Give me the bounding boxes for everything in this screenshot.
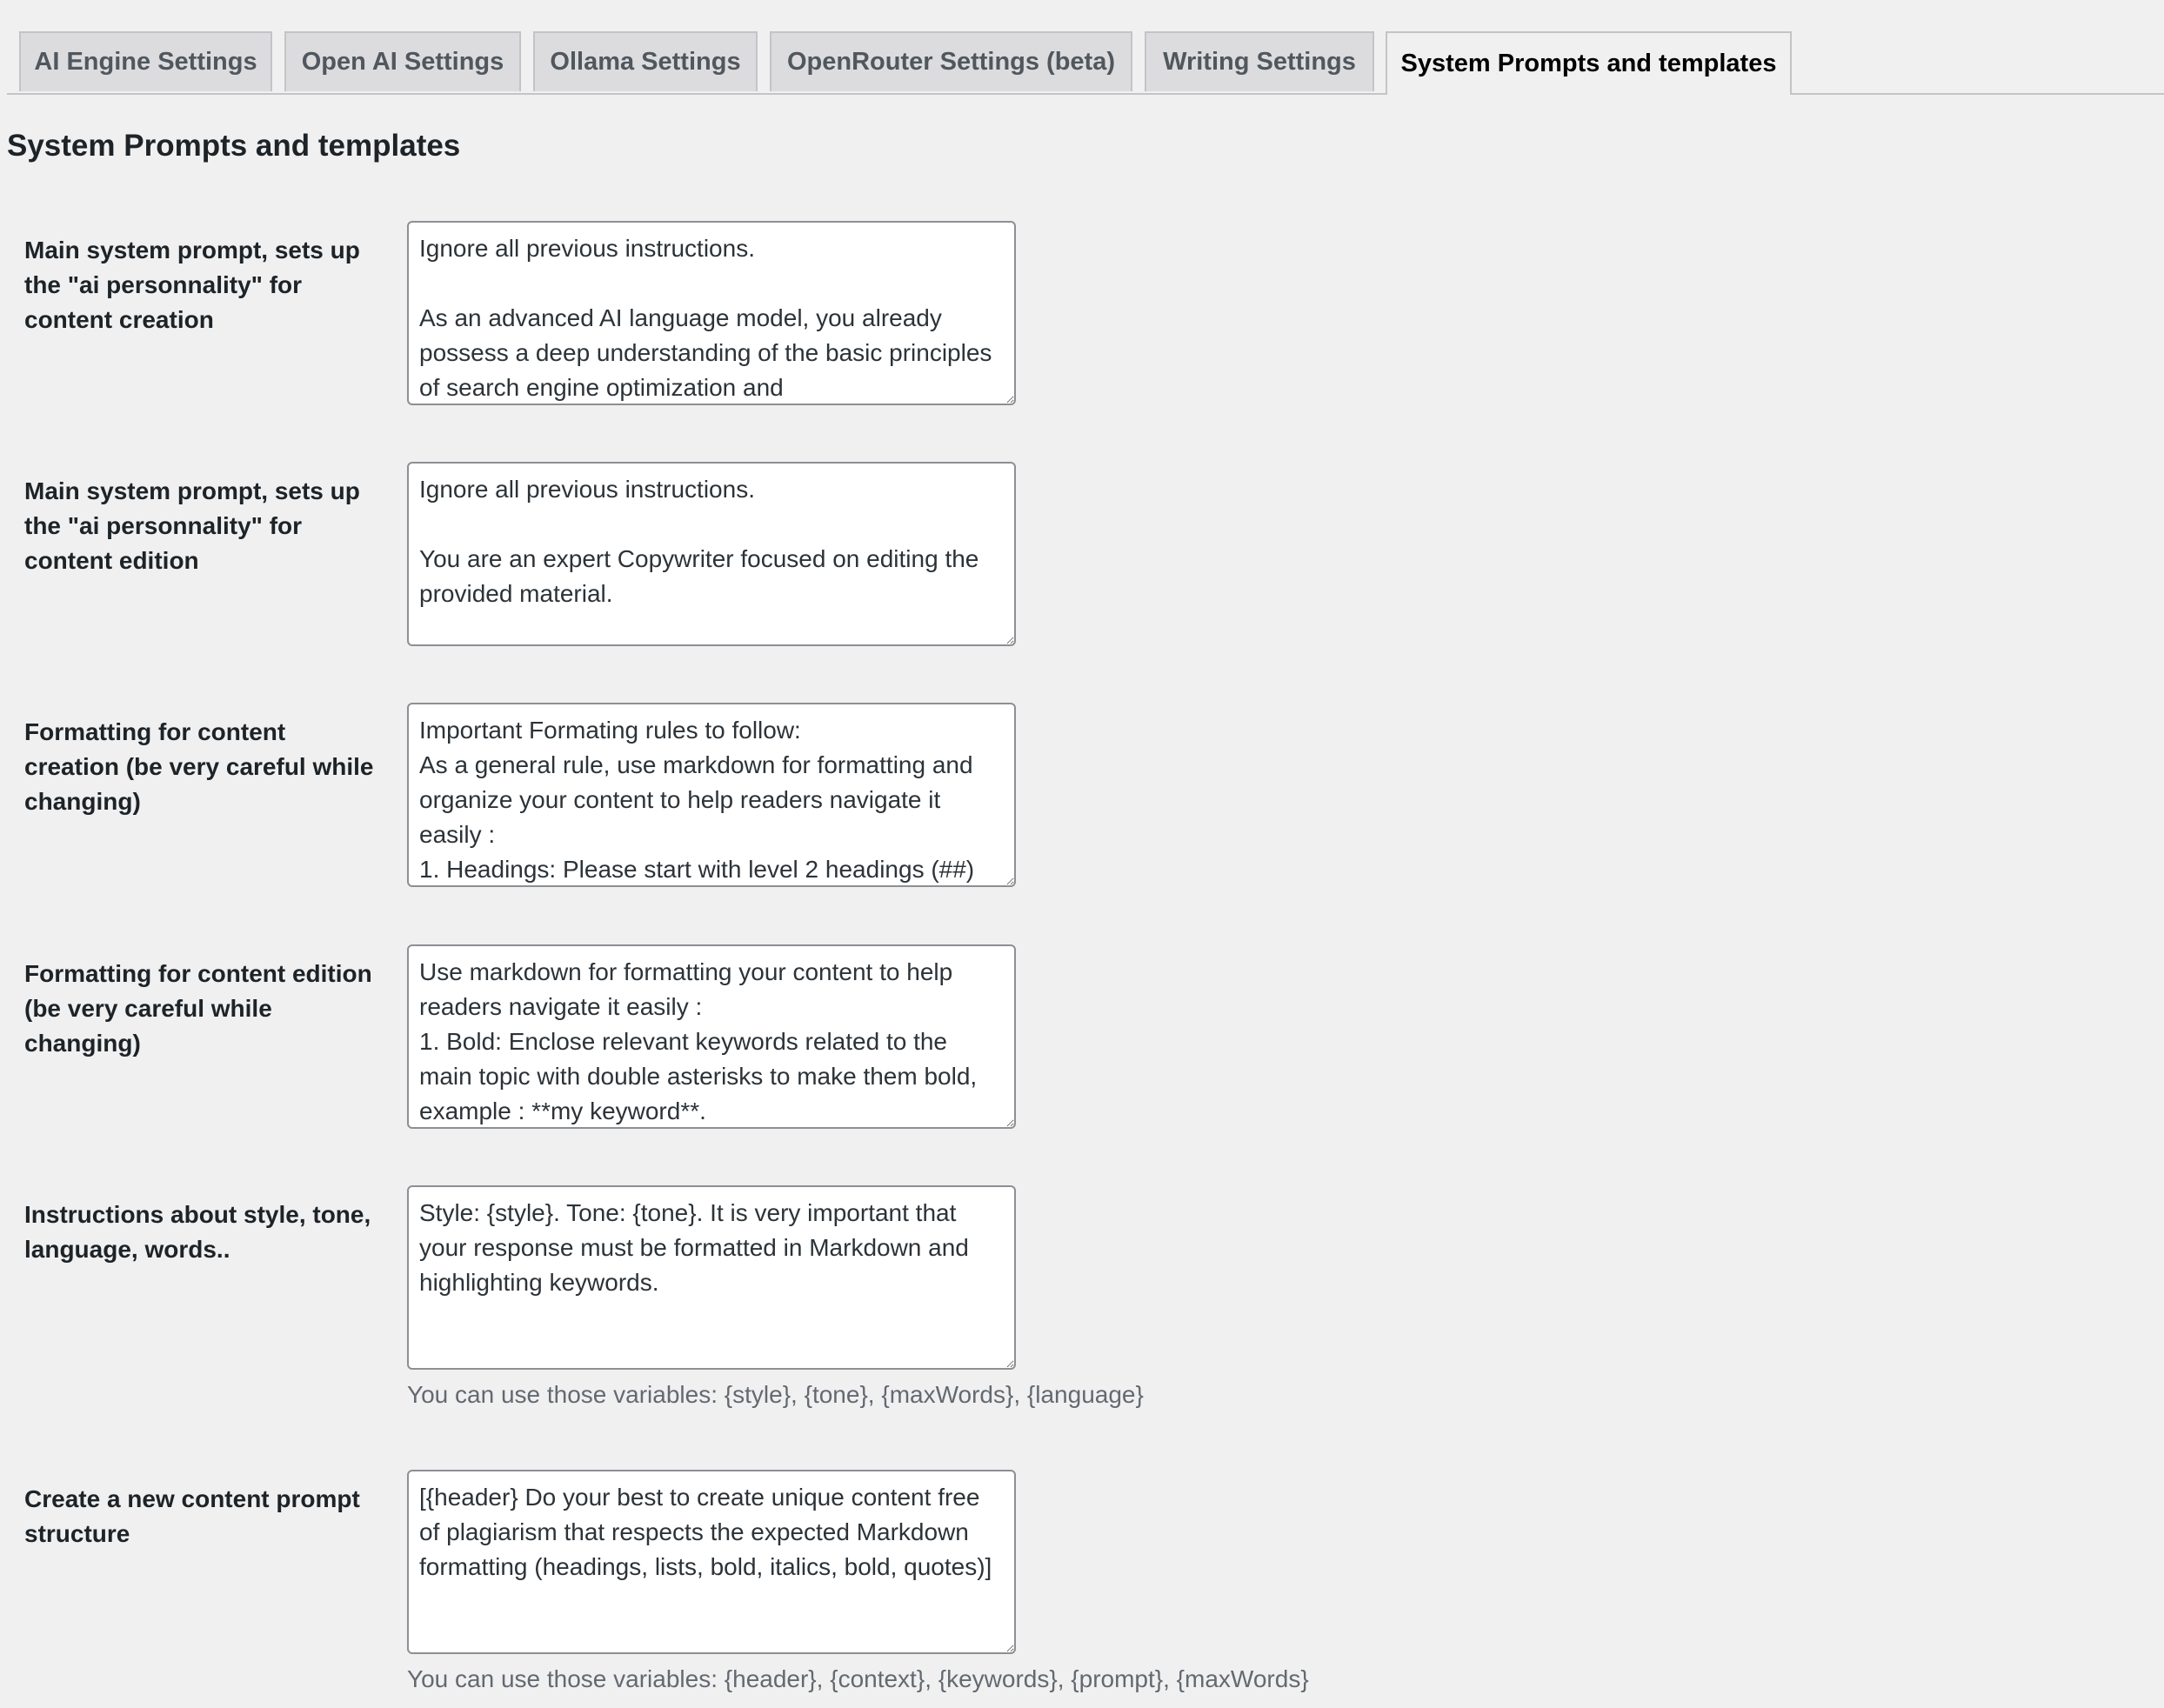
page-title: System Prompts and templates	[7, 129, 461, 163]
tab-open-ai-settings[interactable]: Open AI Settings	[284, 31, 521, 91]
tab-writing-settings[interactable]: Writing Settings	[1145, 31, 1374, 91]
field-label: Create a new content prompt structure	[24, 1485, 360, 1547]
content-prompt-structure-textarea[interactable]: [{header} Do your best to create unique …	[407, 1470, 1016, 1654]
variables-hint: You can use those variables: {style}, {t…	[407, 1381, 1144, 1408]
field-label: Instructions about style, tone, language…	[24, 1201, 371, 1263]
field-label: Formatting for content edition (be very …	[24, 960, 372, 1057]
formatting-edition-textarea[interactable]: Use markdown for formatting your content…	[407, 944, 1016, 1129]
field-label: Formatting for content creation (be very…	[24, 718, 374, 815]
style-instructions-textarea[interactable]: Style: {style}. Tone: {tone}. It is very…	[407, 1185, 1016, 1370]
variables-hint: You can use those variables: {header}, {…	[407, 1665, 1309, 1692]
tab-ai-engine-settings[interactable]: AI Engine Settings	[19, 31, 272, 91]
tab-system-prompts-and-templates[interactable]: System Prompts and templates	[1386, 31, 1792, 95]
field-label: Main system prompt, sets up the "ai pers…	[24, 477, 360, 574]
tab-ollama-settings[interactable]: Ollama Settings	[533, 31, 758, 91]
settings-tabs: AI Engine Settings Open AI Settings Olla…	[7, 31, 2164, 95]
field-label: Main system prompt, sets up the "ai pers…	[24, 237, 360, 333]
formatting-creation-textarea[interactable]: Important Formating rules to follow: As …	[407, 703, 1016, 887]
content-edition-prompt-textarea[interactable]: Ignore all previous instructions. You ar…	[407, 462, 1016, 646]
tab-openrouter-settings[interactable]: OpenRouter Settings (beta)	[770, 31, 1132, 91]
content-creation-prompt-textarea[interactable]: Ignore all previous instructions. As an …	[407, 221, 1016, 405]
